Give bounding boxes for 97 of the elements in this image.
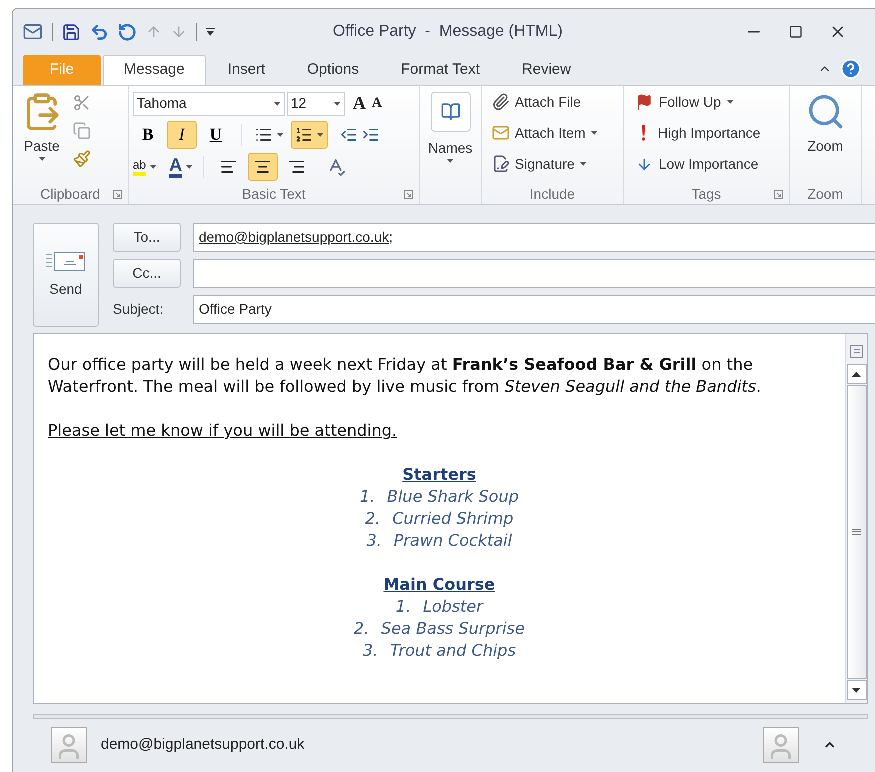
highlight-button[interactable]: ab (133, 153, 158, 181)
caret-icon (150, 165, 158, 169)
body-paragraph: Our office party will be held a week next Friday at Frank’s Seafood Bar & Grill on the Waterfront. The meal will be followed by live music from Steven Seagull and the Bandits. (48, 354, 762, 398)
font-size-dropdown[interactable]: 12 (287, 92, 345, 116)
cc-field[interactable] (193, 259, 875, 288)
ribbon-tab[interactable]: Format Text (381, 55, 500, 85)
separator-text: ; (389, 228, 393, 247)
ruler-icon[interactable] (848, 344, 864, 360)
numbered-list-icon (295, 126, 313, 144)
exclamation-icon (642, 125, 646, 141)
group-label: Include (530, 184, 576, 204)
zoom-button[interactable]: Zoom (794, 90, 857, 184)
tag-button[interactable]: High Importance (636, 121, 761, 145)
save-icon[interactable] (62, 22, 81, 42)
group-label: Tags (692, 184, 722, 204)
maximize-icon[interactable] (789, 25, 803, 39)
include-button[interactable]: Attach File (492, 90, 598, 114)
increase-indent-icon[interactable] (362, 126, 380, 144)
window-title: Office Party - Message (HTML) (333, 22, 563, 42)
to-button[interactable]: To... (113, 223, 181, 252)
ribbon-tab[interactable]: Review (502, 55, 592, 85)
dialog-launcher-icon[interactable] (774, 190, 783, 199)
format-toggle[interactable]: I (167, 121, 197, 149)
subject-field[interactable]: Office Party (193, 295, 875, 324)
caret-icon (590, 131, 598, 135)
caret-icon (274, 102, 281, 106)
subject-label: Subject: (113, 300, 165, 319)
caret-icon (277, 133, 284, 137)
help-icon[interactable] (840, 58, 862, 80)
ribbon-tab[interactable]: Message (103, 55, 206, 85)
align-left-icon (220, 158, 238, 176)
caret-icon (38, 157, 46, 161)
message-icon[interactable] (23, 22, 43, 42)
up-arrow-icon (852, 372, 861, 376)
group-label: Zoom (808, 184, 844, 204)
caret-icon (580, 162, 587, 166)
caret-icon (447, 159, 454, 163)
font-color-button[interactable]: A (169, 153, 194, 181)
list-number: 1. (360, 486, 376, 508)
signature-icon (492, 155, 510, 173)
list-number: 2. (365, 508, 381, 530)
cut-icon[interactable] (73, 94, 91, 112)
list-number: 3. (362, 640, 378, 662)
list-number: 1. (396, 596, 412, 618)
grip-icon (852, 529, 861, 535)
redo-icon[interactable] (118, 22, 137, 42)
include-button[interactable]: Attach Item (492, 121, 598, 145)
tag-button[interactable]: Follow Up (636, 90, 761, 114)
send-button[interactable]: Send (33, 223, 99, 327)
caret-icon (186, 165, 194, 169)
down-arrow-icon (852, 688, 861, 692)
align-right-icon (288, 158, 306, 176)
decrease-indent-icon[interactable] (340, 126, 358, 144)
format-painter-icon[interactable] (73, 150, 91, 168)
shrink-font-button[interactable]: A (370, 93, 384, 114)
undo-icon[interactable] (90, 22, 109, 42)
list-number: 2. (354, 618, 370, 640)
contact-avatar-icon (763, 727, 799, 763)
scrollbar-thumb[interactable] (846, 385, 866, 679)
book-icon (440, 102, 460, 122)
scroll-down-button[interactable] (846, 680, 866, 700)
tag-button[interactable]: Low Importance (636, 152, 761, 176)
envelope-icon (46, 250, 86, 272)
paperclip-icon (492, 93, 510, 111)
align-center-icon (254, 158, 272, 176)
group-label: Basic Text (242, 184, 306, 204)
list-number: 3. (366, 530, 382, 552)
menu-heading: Main Course (384, 574, 496, 596)
caret-icon (727, 100, 734, 104)
flag-icon (636, 94, 653, 110)
names-button[interactable]: Names (424, 90, 477, 184)
contact-email: demo@bigplanetsupport.co.uk (101, 734, 305, 755)
font-dropdown[interactable]: Tahoma (133, 92, 285, 116)
grow-font-button[interactable]: A (351, 90, 368, 117)
align-toggle[interactable] (248, 153, 278, 181)
customize-caret-icon[interactable] (206, 28, 215, 36)
recipient-address[interactable]: demo@bigplanetsupport.co.uk (199, 227, 390, 248)
dialog-launcher-icon[interactable] (113, 190, 122, 199)
contact-avatar-icon (51, 727, 87, 763)
body-paragraph: Please let me know if you will be attending. (48, 420, 398, 442)
ribbon-tab[interactable]: Options (287, 55, 380, 85)
cc-button[interactable]: Cc... (113, 259, 181, 288)
to-field[interactable]: demo@bigplanetsupport.co.uk; (193, 223, 875, 252)
format-toggle[interactable]: U (201, 121, 231, 149)
format-toggle[interactable]: B (133, 121, 163, 149)
list-toggle[interactable] (291, 121, 328, 149)
group-label: Clipboard (40, 184, 100, 204)
scroll-up-button[interactable] (846, 364, 866, 384)
paste-button[interactable]: Paste (17, 90, 67, 184)
menu-heading: Starters (402, 464, 476, 486)
caret-icon (334, 102, 341, 106)
include-button[interactable]: Signature (492, 152, 598, 176)
bullet-list-icon (255, 126, 273, 144)
dialog-launcher-icon[interactable] (404, 190, 413, 199)
ribbon-tab[interactable]: Insert (208, 55, 286, 85)
envelope-icon (492, 124, 510, 142)
caret-icon (317, 133, 324, 137)
